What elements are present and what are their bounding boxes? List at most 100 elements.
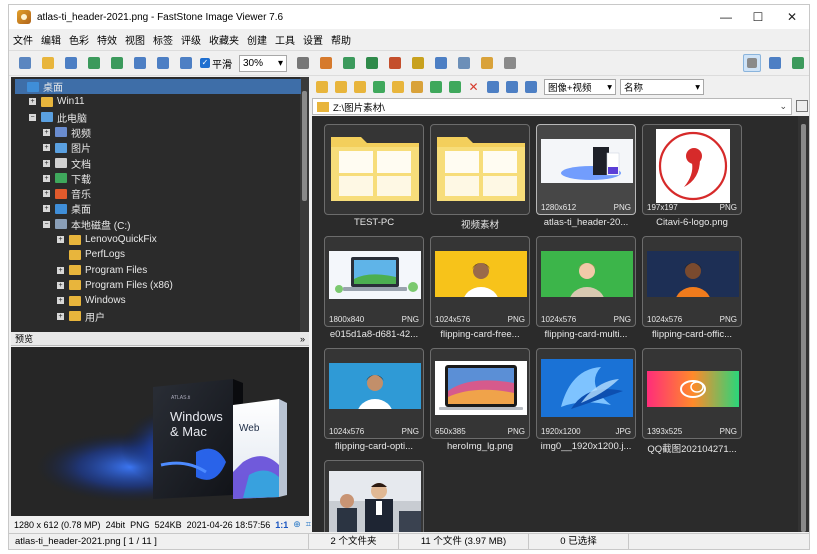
expand-icon[interactable]: +: [57, 266, 64, 274]
slideshow-icon[interactable]: [455, 54, 473, 72]
next-icon[interactable]: [108, 54, 126, 72]
tree-item[interactable]: 桌面: [15, 79, 301, 94]
thumbnails-view-icon[interactable]: [505, 80, 519, 94]
zoom-select[interactable]: 30% ▾: [239, 54, 287, 72]
tree-item[interactable]: + 用户: [57, 309, 105, 324]
menu-item[interactable]: 标签: [149, 32, 177, 47]
thumbnail-item[interactable]: 1920x1200 JPG img0__1920x1200.j...: [536, 348, 636, 458]
thumbnail-item[interactable]: 1024x576 PNG flipping-card-opti...: [324, 348, 424, 458]
forward-icon[interactable]: [334, 80, 348, 94]
menu-item[interactable]: 创建: [243, 32, 271, 47]
move-to-icon[interactable]: [448, 80, 462, 94]
thumbnail-frame[interactable]: 1800x840 PNG: [324, 236, 424, 327]
close-button[interactable]: ✕: [775, 5, 809, 29]
expand-icon[interactable]: +: [57, 297, 64, 305]
path-history-button[interactable]: [796, 100, 808, 112]
thumbnail-frame[interactable]: [324, 460, 424, 532]
full-screen-icon[interactable]: [789, 54, 807, 72]
details-view-icon[interactable]: [486, 80, 500, 94]
acquire-icon[interactable]: [766, 54, 784, 72]
compare-icon[interactable]: [432, 54, 450, 72]
expand-icon[interactable]: +: [43, 174, 50, 182]
thumbnail-item[interactable]: [324, 460, 424, 532]
copy-to-icon[interactable]: [429, 80, 443, 94]
tree-item[interactable]: + LenovoQuickFix: [57, 232, 157, 247]
expand-icon[interactable]: +: [43, 144, 50, 152]
tree-item[interactable]: + 文档: [43, 156, 91, 171]
sort-dropdown[interactable]: 名称 ▾: [620, 79, 704, 95]
tree-item[interactable]: − 此电脑: [29, 110, 87, 125]
tree-scrollbar-thumb[interactable]: [302, 91, 307, 201]
menu-item[interactable]: 工具: [271, 32, 299, 47]
thumbnail-frame[interactable]: 1024x576 PNG: [430, 236, 530, 327]
minimize-button[interactable]: —: [709, 5, 743, 29]
tree-item[interactable]: + 视频: [43, 125, 91, 140]
tree-item[interactable]: + 图片: [43, 140, 91, 155]
thumbnail-item[interactable]: 1393x525 PNG QQ截图202104271...: [642, 348, 742, 458]
open-folder-icon[interactable]: [16, 54, 34, 72]
scan-icon[interactable]: [742, 54, 761, 72]
thumbnail-frame[interactable]: [430, 124, 530, 215]
thumbnail-browser[interactable]: TEST-PC 视频素材 1280x612 PNG atlas-ti_header-20…: [312, 116, 809, 532]
tree-item[interactable]: − 本地磁盘 (C:): [43, 217, 130, 232]
crop-icon[interactable]: [317, 54, 335, 72]
maximize-button[interactable]: ☐: [741, 5, 775, 29]
menu-item[interactable]: 收藏夹: [205, 32, 243, 47]
collapse-icon[interactable]: −: [43, 220, 50, 228]
tree-scrollbar[interactable]: [300, 77, 309, 332]
email-icon[interactable]: [478, 54, 496, 72]
thumbnail-item[interactable]: 1280x612 PNG atlas-ti_header-20...: [536, 124, 636, 234]
favorites-icon[interactable]: [391, 80, 405, 94]
expand-icon[interactable]: +: [43, 159, 50, 167]
thumbnail-item[interactable]: 650x385 PNG heroImg_lg.png: [430, 348, 530, 458]
expand-icon[interactable]: +: [57, 236, 64, 243]
path-bar[interactable]: Z:\图片素材\ ⌄: [312, 98, 792, 115]
thumbnail-item[interactable]: 1024x576 PNG flipping-card-offic...: [642, 236, 742, 346]
menu-item[interactable]: 视图: [121, 32, 149, 47]
thumbnail-item[interactable]: TEST-PC: [324, 124, 424, 234]
menu-item[interactable]: 帮助: [327, 32, 355, 47]
previous-icon[interactable]: [85, 54, 103, 72]
hand-icon[interactable]: [294, 54, 312, 72]
smooth-checkbox[interactable]: ✓ 平滑: [200, 56, 232, 71]
browser-scrollbar[interactable]: [798, 116, 809, 532]
browser-scrollbar-thumb[interactable]: [801, 124, 806, 532]
thumbnail-frame[interactable]: 1024x576 PNG: [642, 236, 742, 327]
zoom-ratio[interactable]: 1:1: [275, 520, 288, 530]
thumbnail-frame[interactable]: 1024x576 PNG: [536, 236, 636, 327]
menu-item[interactable]: 色彩: [65, 32, 93, 47]
fit-screen-icon[interactable]: ⊕: [293, 519, 301, 530]
thumbnail-frame[interactable]: [324, 124, 424, 215]
thumbnail-item[interactable]: 1024x576 PNG flipping-card-multi...: [536, 236, 636, 346]
menu-item[interactable]: 特效: [93, 32, 121, 47]
thumbnail-item[interactable]: 197x197 PNG Citavi-6-logo.png: [642, 124, 742, 234]
menu-item[interactable]: 文件: [9, 32, 37, 47]
thumbnail-frame[interactable]: 1393x525 PNG: [642, 348, 742, 439]
refresh-icon[interactable]: [410, 80, 424, 94]
zoom-in-icon[interactable]: [131, 54, 149, 72]
tree-item[interactable]: + 下载: [43, 171, 91, 186]
draw-icon[interactable]: [409, 54, 427, 72]
folder-tree[interactable]: 桌面 + Win11 − 此电脑 + 视频 + 图片 + 文档 + 下载 + 音乐 + 桌面 − 本地磁盘 (C:)…: [11, 77, 309, 332]
tree-item[interactable]: + 音乐: [43, 186, 91, 201]
save-icon[interactable]: [62, 54, 80, 72]
thumbnail-frame[interactable]: 197x197 PNG: [642, 124, 742, 215]
browse-icon[interactable]: [39, 54, 57, 72]
delete-icon[interactable]: ✕: [467, 80, 481, 94]
fit-icon[interactable]: [177, 54, 195, 72]
path-dropdown-icon[interactable]: ⌄: [779, 101, 787, 112]
tree-item[interactable]: + Win11: [29, 94, 85, 109]
menu-item[interactable]: 编辑: [37, 32, 65, 47]
thumbnail-item[interactable]: 视频素材: [430, 124, 530, 234]
print-icon[interactable]: [501, 54, 519, 72]
expand-icon[interactable]: +: [29, 98, 36, 106]
menu-item[interactable]: 评级: [177, 32, 205, 47]
tree-item[interactable]: + Windows: [57, 293, 126, 308]
expand-icon[interactable]: +: [57, 281, 64, 289]
preview-collapse-button[interactable]: »: [300, 334, 305, 344]
thumbnail-frame[interactable]: 1920x1200 JPG: [536, 348, 636, 439]
thumbnail-item[interactable]: 1024x576 PNG flipping-card-free...: [430, 236, 530, 346]
rotate-right-icon[interactable]: [386, 54, 404, 72]
thumbnail-item[interactable]: 1800x840 PNG e015d1a8-d681-42...: [324, 236, 424, 346]
zoom-out-icon[interactable]: [154, 54, 172, 72]
